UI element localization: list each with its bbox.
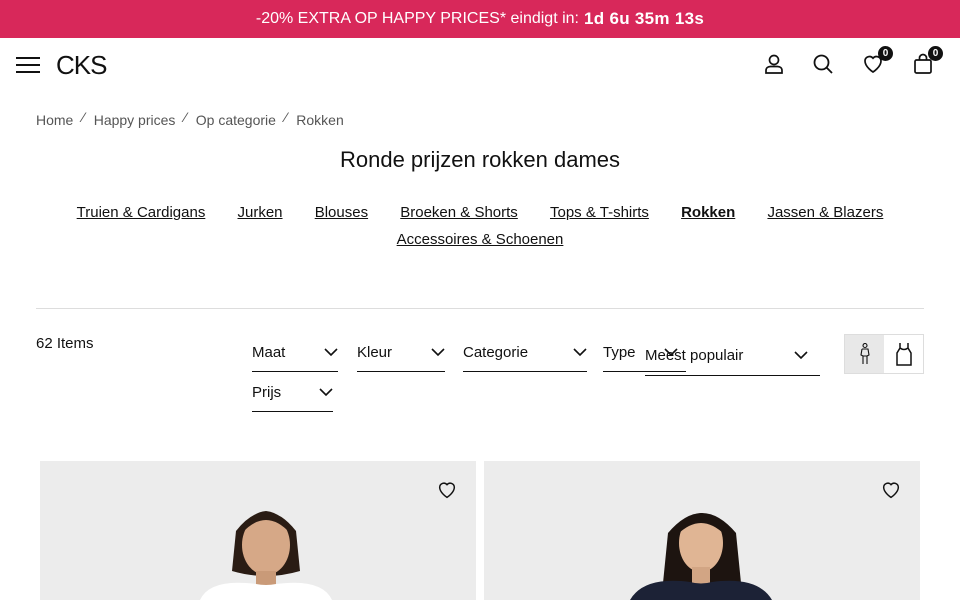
promo-text: -20% EXTRA OP HAPPY PRICES* eindigt in: (255, 10, 579, 27)
promo-banner[interactable]: -20% EXTRA OP HAPPY PRICES* eindigt in: … (0, 0, 960, 38)
garment-icon (895, 343, 912, 366)
cart-button[interactable]: 0 (911, 46, 943, 76)
breadcrumb-rokken[interactable]: Rokken (296, 112, 343, 128)
model-view-button[interactable] (845, 335, 884, 373)
product-image[interactable] (40, 461, 476, 600)
wishlist-button[interactable]: 0 (861, 46, 893, 76)
account-icon[interactable] (762, 52, 786, 76)
item-count: 62 Items (36, 335, 94, 352)
breadcrumb-op-categorie[interactable]: Op categorie (196, 112, 276, 128)
search-icon[interactable] (811, 52, 835, 76)
filter-prijs-dropdown[interactable]: Prijs (252, 374, 333, 412)
chevron-down-icon (573, 348, 587, 357)
category-link-broeken-shorts[interactable]: Broeken & Shorts (400, 204, 518, 221)
product-card[interactable] (484, 461, 920, 600)
cart-count-badge: 0 (928, 46, 943, 61)
page-title: Ronde prijzen rokken dames (339, 147, 621, 172)
breadcrumb-home[interactable]: Home (36, 112, 73, 128)
wishlist-toggle[interactable] (436, 479, 458, 501)
promo-countdown: 1d 6u 35m 13s (583, 9, 705, 28)
category-nav: Truien & Cardigans Jurken Blouses Broeke… (40, 199, 920, 253)
category-link-jurken[interactable]: Jurken (238, 204, 283, 221)
filter-label: Prijs (252, 384, 282, 401)
filter-label: Maat (252, 344, 286, 361)
category-link-truien-cardigans[interactable]: Truien & Cardigans (77, 204, 206, 221)
logo[interactable]: CKS (56, 50, 107, 81)
filter-kleur-dropdown[interactable]: Kleur (357, 334, 445, 372)
model-icon (859, 343, 870, 364)
filter-maat-dropdown[interactable]: Maat (252, 334, 338, 372)
breadcrumb-separator: ⁄ (184, 109, 187, 125)
site-header: CKS 0 0 (0, 38, 960, 92)
menu-icon[interactable] (16, 57, 40, 75)
category-link-tops-tshirts[interactable]: Tops & T-shirts (550, 204, 649, 221)
category-link-rokken[interactable]: Rokken (681, 204, 735, 221)
heart-icon (438, 482, 456, 499)
breadcrumb-separator: ⁄ (284, 109, 288, 125)
heart-icon (882, 482, 900, 499)
category-link-blouses[interactable]: Blouses (315, 204, 368, 221)
view-toggle (844, 334, 924, 374)
wishlist-toggle[interactable] (880, 479, 902, 501)
chevron-down-icon (431, 348, 445, 357)
breadcrumb-happy-prices[interactable]: Happy prices (94, 112, 176, 128)
sort-dropdown[interactable]: Meest populair (645, 336, 820, 376)
category-link-accessoires-schoenen[interactable]: Accessoires & Schoenen (397, 231, 564, 248)
wishlist-count-badge: 0 (878, 46, 893, 61)
filter-label: Categorie (463, 344, 529, 361)
chevron-down-icon (319, 388, 333, 397)
filter-categorie-dropdown[interactable]: Categorie (463, 334, 587, 372)
chevron-down-icon (324, 348, 338, 357)
product-view-button[interactable] (884, 335, 923, 373)
category-link-jassen-blazers[interactable]: Jassen & Blazers (767, 204, 883, 221)
breadcrumb-separator: ⁄ (82, 109, 85, 125)
product-image[interactable] (484, 461, 920, 600)
divider (36, 308, 924, 309)
sort-selected-label: Meest populair (645, 347, 744, 364)
breadcrumb: Home ⁄ Happy prices ⁄ Op categorie ⁄ Rok… (36, 109, 344, 128)
filter-label: Kleur (357, 344, 393, 361)
product-card[interactable] (40, 461, 476, 600)
chevron-down-icon (794, 351, 808, 360)
